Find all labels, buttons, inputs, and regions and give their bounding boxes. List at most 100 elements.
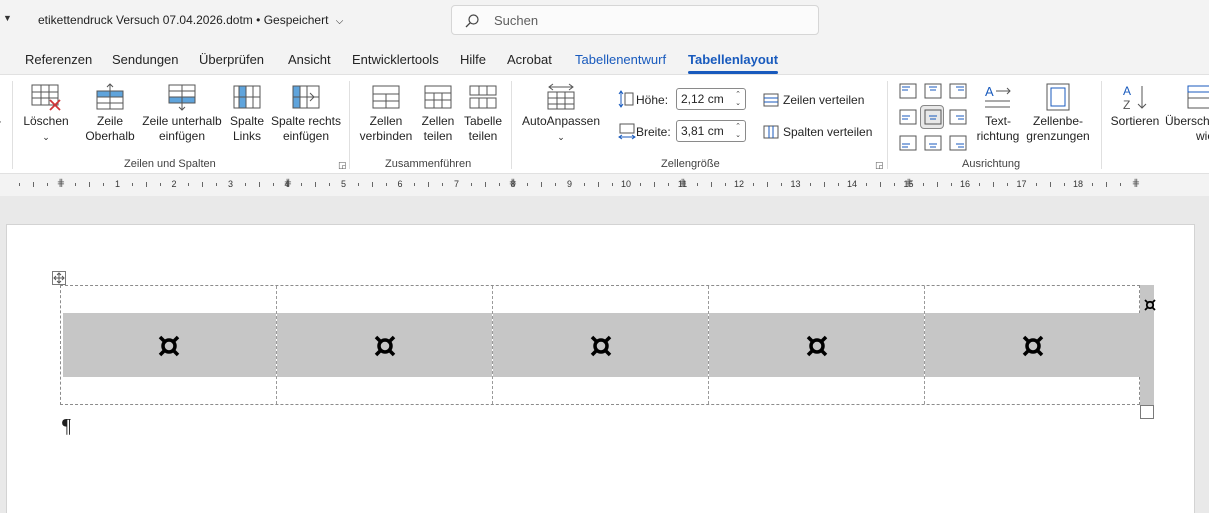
column-marker-icon[interactable]: ⋕: [1132, 178, 1140, 189]
search-box[interactable]: Suchen: [451, 5, 819, 35]
align-top-left-icon[interactable]: [899, 83, 917, 99]
delete-label: Löschen: [23, 114, 69, 128]
distribute-rows-button[interactable]: Zeilen verteilen: [763, 92, 864, 108]
end-of-cell-marker-icon: [158, 335, 179, 357]
column-marker-icon[interactable]: ⋕: [284, 178, 292, 189]
column-marker-icon[interactable]: ⋕: [509, 178, 517, 189]
quick-access-menu-icon[interactable]: ▼: [3, 13, 12, 23]
autofit-button[interactable]: AutoAnpassen ⌄: [520, 83, 602, 145]
title-separator: •: [256, 13, 261, 27]
repeat-header-line2: wiederh: [1196, 129, 1209, 143]
sort-button[interactable]: A Z Sortieren: [1109, 83, 1161, 129]
tab-sendungen[interactable]: Sendungen: [112, 52, 179, 67]
merge-cells-button[interactable]: Zellen verbinden: [358, 83, 414, 144]
dialog-launcher-icon[interactable]: ◲: [875, 160, 884, 171]
spin-down-icon[interactable]: ⌄: [735, 100, 741, 108]
ruler-number: 10: [620, 179, 632, 189]
tab-tabellenlayout[interactable]: Tabellenlayout: [688, 52, 779, 74]
ruler-tick: [640, 183, 642, 186]
insert-row-below-button[interactable]: Zeile unterhalb einfügen: [140, 83, 224, 144]
repeat-header-rows-button[interactable]: Übersch wiederh: [1165, 83, 1209, 144]
ruler-tick: [1063, 183, 1065, 186]
ruler-tick: [75, 183, 77, 186]
group-label-alignment: Ausrichtung: [962, 158, 1021, 170]
delete-table-icon: [31, 84, 61, 111]
split-cells-button[interactable]: Zellen teilen: [418, 83, 458, 144]
table-resize-handle[interactable]: [1140, 405, 1154, 419]
align-middle-right-icon[interactable]: [949, 109, 967, 125]
ribbon-separator: [887, 81, 888, 169]
split-table-button[interactable]: Tabelle teilen: [462, 83, 504, 144]
spin-up-icon[interactable]: ⌃: [735, 123, 741, 131]
cell-margins-line2: grenzungen: [1026, 129, 1090, 143]
horizontal-ruler[interactable]: 1 2 3 4 5 6 7 8 9 10 11 12 13 14 15 16 17 18 ⋕ ⋕ ⋕ ⋕ ⋕ ⋕: [0, 176, 1209, 194]
insert-column-right-button[interactable]: Spalte rechts einfügen: [270, 83, 342, 144]
cell-margins-line1: Zellenbe-: [1032, 114, 1084, 128]
table-cell[interactable]: [277, 286, 493, 404]
height-value: 2,12 cm: [681, 92, 724, 106]
ribbon-separator: [511, 81, 512, 169]
align-bottom-left-icon[interactable]: [899, 135, 917, 151]
table-cell[interactable]: [493, 286, 709, 404]
ruler-tick: [1049, 182, 1051, 187]
insert-column-left-button[interactable]: Spalte Links: [227, 83, 267, 144]
cell-margins-button[interactable]: Zellenbe- grenzungen: [1026, 83, 1090, 144]
table-move-handle-icon[interactable]: [52, 271, 66, 285]
partial-button-label[interactable]: r: [0, 117, 1, 132]
align-top-center-icon[interactable]: [924, 83, 942, 99]
align-top-right-icon[interactable]: [949, 83, 967, 99]
insert-row-above-button[interactable]: Zeile Oberhalb: [84, 83, 136, 144]
distribute-columns-label: Spalten verteilen: [783, 125, 873, 139]
cell-margins-icon: [1046, 83, 1070, 111]
ruler-tick: [753, 183, 755, 186]
ruler-tick: [541, 182, 543, 187]
ruler-tick: [371, 182, 373, 187]
ruler-tick: [866, 183, 868, 186]
ruler-tick: [385, 183, 387, 186]
document-title[interactable]: etikettendruck Versuch 07.04.2026.dotm •…: [38, 13, 343, 27]
distribute-columns-button[interactable]: Spalten verteilen: [763, 124, 872, 140]
dialog-launcher-icon[interactable]: ◲: [338, 160, 347, 171]
spin-down-icon[interactable]: ⌄: [735, 132, 741, 140]
merge-cells-icon: [372, 85, 400, 109]
ruler-tick: [301, 183, 303, 186]
table-cell[interactable]: [925, 286, 1141, 404]
table-cell[interactable]: [709, 286, 925, 404]
group-label-rows-columns: Zeilen und Spalten: [124, 158, 216, 170]
insert-column-right-icon: [292, 85, 320, 109]
tab-tabellenentwurf[interactable]: Tabellenentwurf: [575, 52, 666, 67]
tab-acrobat[interactable]: Acrobat: [507, 52, 552, 67]
ruler-tick: [710, 182, 712, 187]
ruler-tick: [894, 183, 896, 186]
align-bottom-center-icon[interactable]: [924, 135, 942, 151]
repeat-header-rows-icon: [1187, 85, 1209, 109]
height-input[interactable]: 2,12 cm ⌃ ⌄: [676, 88, 746, 110]
table-cell[interactable]: [61, 286, 277, 404]
label-table[interactable]: [60, 285, 1141, 405]
width-input[interactable]: 3,81 cm ⌃ ⌄: [676, 120, 746, 142]
align-middle-center-icon[interactable]: [924, 109, 942, 125]
spin-up-icon[interactable]: ⌃: [735, 91, 741, 99]
document-canvas: ¶: [0, 196, 1209, 513]
delete-button[interactable]: Löschen ⌄: [22, 83, 70, 145]
tab-hilfe[interactable]: Hilfe: [460, 52, 486, 67]
column-marker-icon[interactable]: ⋕: [679, 178, 687, 189]
ruler-tick: [654, 182, 656, 187]
column-marker-icon[interactable]: ⋕: [905, 178, 913, 189]
chevron-down-icon[interactable]: ⌵: [336, 16, 344, 27]
row-height-icon: [618, 90, 634, 108]
ruler-tick: [272, 183, 274, 186]
align-middle-left-icon[interactable]: [899, 109, 917, 125]
ruler-tick: [484, 182, 486, 187]
ruler-number: 6: [397, 179, 403, 189]
tab-ansicht[interactable]: Ansicht: [288, 52, 331, 67]
tab-referenzen[interactable]: Referenzen: [25, 52, 92, 67]
tab-entwicklertools[interactable]: Entwicklertools: [352, 52, 439, 67]
text-direction-button[interactable]: A Text- richtung: [973, 83, 1023, 144]
svg-text:Z: Z: [1123, 98, 1130, 111]
column-marker-icon[interactable]: ⋕: [57, 178, 65, 189]
tab-ueberpruefen[interactable]: Überprüfen: [199, 52, 264, 67]
ruler-tick: [32, 182, 34, 187]
ruler-tick: [188, 183, 190, 186]
align-bottom-right-icon[interactable]: [949, 135, 967, 151]
